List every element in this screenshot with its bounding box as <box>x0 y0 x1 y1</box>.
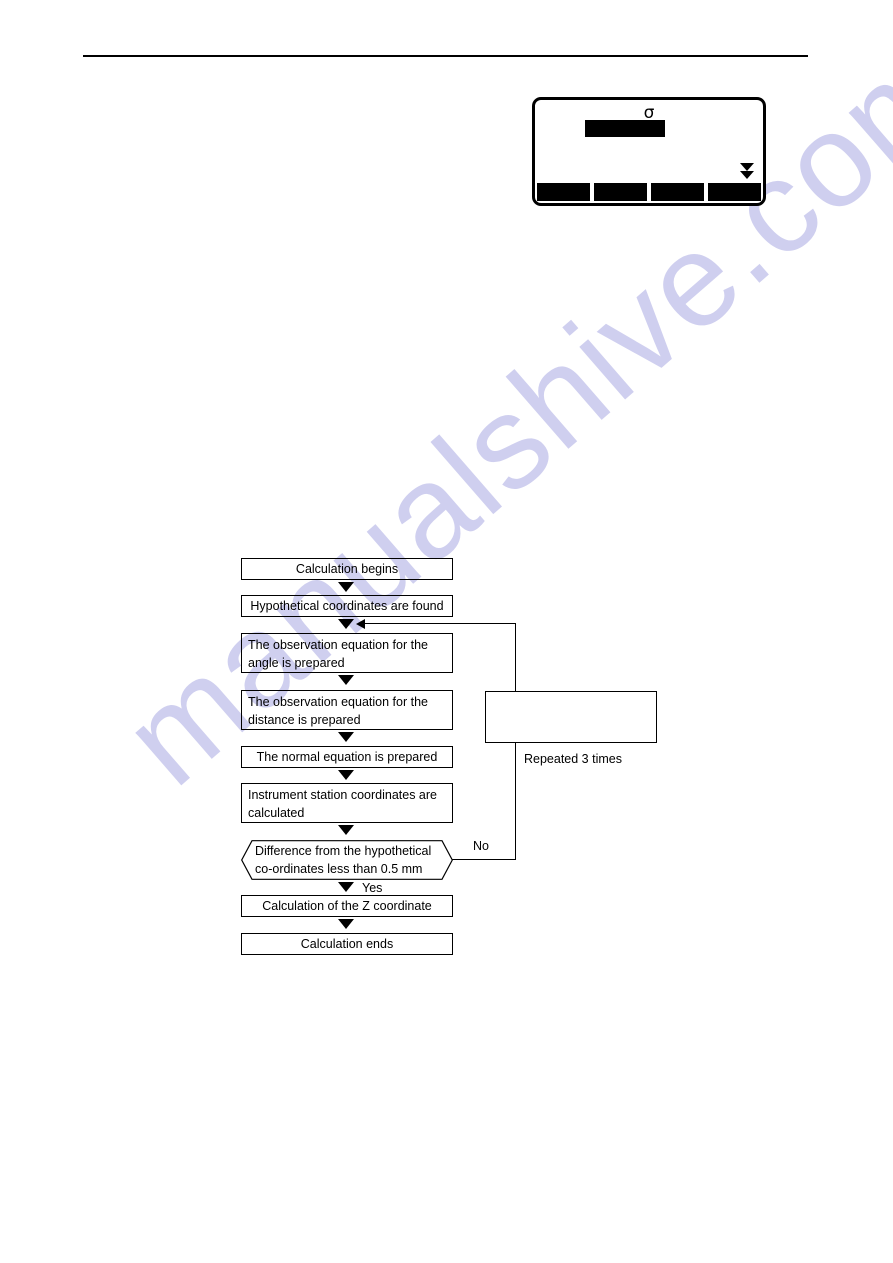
arrow-down-icon <box>338 582 354 592</box>
edge-label-no: No <box>473 839 489 853</box>
return-line-horizontal <box>364 623 516 624</box>
arrow-left-icon <box>356 619 365 629</box>
flow-node-label: Difference from the hypothetical co-ordi… <box>255 844 432 876</box>
flow-node-label: Instrument station coordinates are calcu… <box>248 788 437 820</box>
flow-node-label: The observation equation for the angle i… <box>248 638 428 670</box>
flow-node-instrument-station-coordinates: Instrument station coordinates are calcu… <box>241 783 453 823</box>
flow-node-observation-equation-distance: The observation equation for the distanc… <box>241 690 453 730</box>
arrow-down-icon <box>338 675 354 685</box>
flow-node-observation-equation-angle: The observation equation for the angle i… <box>241 633 453 673</box>
flow-node-label: The observation equation for the distanc… <box>248 695 428 727</box>
flow-node-normal-equation: The normal equation is prepared <box>241 746 453 768</box>
flow-node-label: Hypothetical coordinates are found <box>250 599 444 613</box>
flow-node-calculation-ends: Calculation ends <box>241 933 453 955</box>
flow-node-blank-annotation <box>485 691 657 743</box>
flow-node-difference-decision: Difference from the hypothetical co-ordi… <box>241 840 453 880</box>
softkey-3[interactable] <box>651 183 704 201</box>
flow-node-label: Calculation of the Z coordinate <box>262 899 432 913</box>
flow-node-hypothetical-coordinates: Hypothetical coordinates are found <box>241 595 453 617</box>
arrow-down-icon <box>338 882 354 892</box>
edge-label-yes: Yes <box>362 881 383 895</box>
arrow-down-icon <box>338 825 354 835</box>
softkey-2[interactable] <box>594 183 647 201</box>
softkey-4[interactable] <box>708 183 761 201</box>
lcd-highlighted-row <box>585 120 665 137</box>
flow-node-label: Calculation ends <box>300 937 394 951</box>
softkey-1[interactable] <box>537 183 590 201</box>
double-down-arrow-icon <box>739 162 755 182</box>
arrow-down-icon <box>338 919 354 929</box>
page-root: manualshive.com σ Calculation begins Hyp <box>0 0 893 1263</box>
arrow-down-icon <box>338 770 354 780</box>
flow-node-z-coordinate: Calculation of the Z coordinate <box>241 895 453 917</box>
lcd-softkey-row <box>535 183 763 201</box>
edge-label-repeated-3-times: Repeated 3 times <box>524 752 622 766</box>
no-branch-line <box>452 859 516 860</box>
total-station-lcd: σ <box>532 97 766 206</box>
flow-node-label: The normal equation is prepared <box>256 750 438 764</box>
flow-node-label: Calculation begins <box>295 562 399 576</box>
arrow-down-icon <box>338 619 354 629</box>
arrow-down-icon <box>338 732 354 742</box>
flow-node-calculation-begins: Calculation begins <box>241 558 453 580</box>
